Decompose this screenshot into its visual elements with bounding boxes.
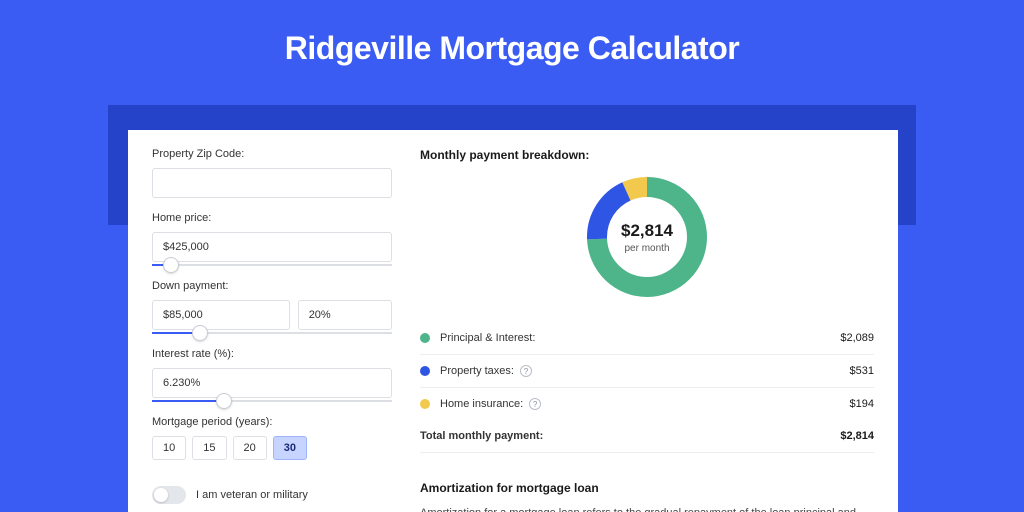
- down-payment-percent-input[interactable]: [298, 300, 392, 330]
- period-option-10[interactable]: 10: [152, 436, 186, 460]
- legend-dot-icon: [420, 333, 430, 343]
- zip-label: Property Zip Code:: [152, 148, 392, 160]
- payment-donut-chart: $2,814 per month: [582, 172, 712, 302]
- amortization-text: Amortization for a mortgage loan refers …: [420, 505, 874, 512]
- period-option-15[interactable]: 15: [192, 436, 226, 460]
- total-label: Total monthly payment:: [420, 430, 543, 442]
- interest-input[interactable]: [152, 368, 392, 398]
- veteran-label: I am veteran or military: [196, 489, 308, 501]
- breakdown-title: Monthly payment breakdown:: [420, 148, 874, 162]
- veteran-toggle[interactable]: [152, 486, 186, 504]
- legend-dot-icon: [420, 366, 430, 376]
- down-payment-amount-input[interactable]: [152, 300, 290, 330]
- home-price-slider-thumb[interactable]: [163, 257, 179, 273]
- breakdown-row: Home insurance:? $194: [420, 388, 874, 420]
- amortization-title: Amortization for mortgage loan: [420, 481, 874, 495]
- home-price-slider[interactable]: [152, 264, 392, 266]
- total-row: Total monthly payment: $2,814: [420, 420, 874, 453]
- page-title: Ridgeville Mortgage Calculator: [0, 0, 1024, 67]
- breakdown-item-value: $2,089: [840, 332, 874, 344]
- period-segmented: 1015 2030: [152, 436, 392, 460]
- breakdown-row: Property taxes:? $531: [420, 355, 874, 388]
- down-payment-label: Down payment:: [152, 280, 392, 292]
- period-option-30[interactable]: 30: [273, 436, 307, 460]
- help-icon[interactable]: ?: [529, 398, 541, 410]
- breakdown-item-label: Home insurance:: [440, 398, 523, 410]
- calculator-card: Property Zip Code: Home price: Down paym…: [128, 130, 898, 512]
- breakdown-item-value: $194: [850, 398, 874, 410]
- zip-input[interactable]: [152, 168, 392, 198]
- period-label: Mortgage period (years):: [152, 416, 392, 428]
- down-payment-slider-thumb[interactable]: [192, 325, 208, 341]
- veteran-toggle-knob: [154, 488, 168, 502]
- total-value: $2,814: [840, 430, 874, 442]
- legend-dot-icon: [420, 399, 430, 409]
- home-price-label: Home price:: [152, 212, 392, 224]
- breakdown-item-label: Property taxes:: [440, 365, 514, 377]
- donut-sublabel: per month: [624, 243, 669, 254]
- form-column: Property Zip Code: Home price: Down paym…: [152, 148, 392, 512]
- breakdown-column: Monthly payment breakdown: $2,814 per mo…: [420, 148, 874, 512]
- breakdown-item-label: Principal & Interest:: [440, 332, 535, 344]
- help-icon[interactable]: ?: [520, 365, 532, 377]
- interest-slider[interactable]: [152, 400, 392, 402]
- period-option-20[interactable]: 20: [233, 436, 267, 460]
- home-price-input[interactable]: [152, 232, 392, 262]
- down-payment-slider[interactable]: [152, 332, 392, 334]
- interest-slider-thumb[interactable]: [216, 393, 232, 409]
- breakdown-row: Principal & Interest: $2,089: [420, 322, 874, 355]
- donut-amount: $2,814: [621, 221, 673, 241]
- interest-label: Interest rate (%):: [152, 348, 392, 360]
- breakdown-item-value: $531: [850, 365, 874, 377]
- interest-slider-fill: [152, 400, 224, 402]
